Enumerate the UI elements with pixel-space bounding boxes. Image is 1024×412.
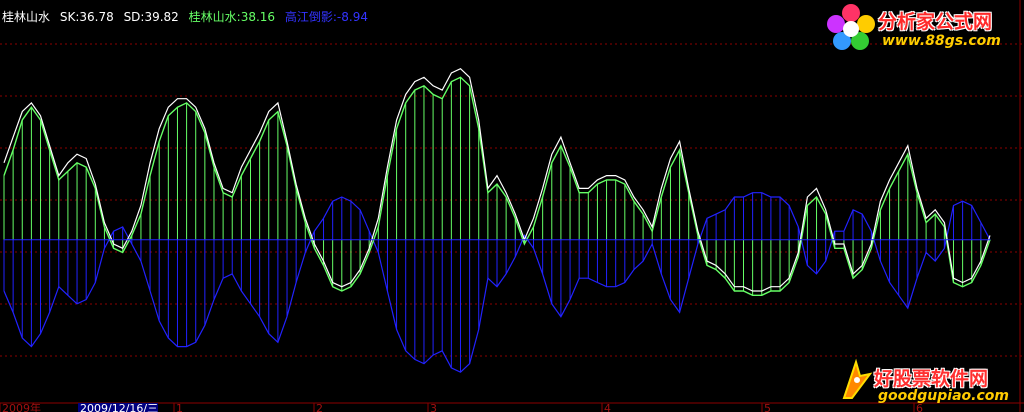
x-tick-label: 2: [316, 402, 323, 412]
x-tick-label: 1: [176, 402, 183, 412]
flower-icon: [827, 4, 875, 50]
legend-series2: 高江倒影:-8.94: [284, 10, 368, 24]
logo-url-top: www.88gs.com: [882, 33, 1001, 49]
indicator-chart: 2009年 1 2 3 4 5 62009/12/16/三: [0, 0, 1024, 412]
x-tick-label: 2009年: [2, 401, 41, 412]
logo-88gs: 分析家公式网 www.88gs.com: [826, 3, 1022, 55]
logo-url-bottom: goodgupiao.com: [878, 388, 1009, 404]
legend-series: 桂林山水:38.16: [188, 10, 276, 24]
x-tick-label: 4: [604, 402, 611, 412]
x-tick-label: 5: [764, 402, 771, 412]
x-tick-label: 3: [430, 402, 437, 412]
rocket-icon: [842, 358, 873, 399]
legend-sd: SD:39.82: [123, 10, 179, 24]
legend-name: 桂林山水: [2, 10, 51, 24]
legend-sk: SK:36.78: [59, 10, 114, 24]
logo-goodgupiao: 好股票软件网 goodgupiao.com: [838, 354, 1022, 408]
indicator-legend: 桂林山水 SK:36.78 SD:39.82 桂林山水:38.16 高江倒影:-…: [2, 9, 374, 25]
logo-title-bottom: 好股票软件网: [874, 368, 989, 390]
selected-date-label: 2009/12/16/三: [80, 402, 158, 412]
logo-title-top: 分析家公式网: [878, 11, 993, 33]
